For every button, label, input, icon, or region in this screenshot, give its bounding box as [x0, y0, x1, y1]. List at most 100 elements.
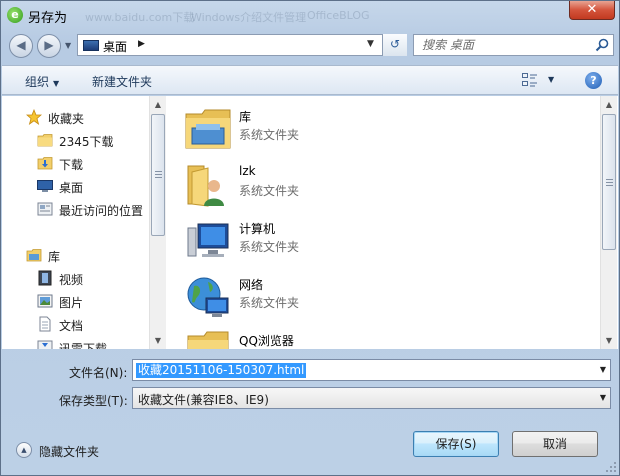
nav-item-label: 2345下载 [59, 135, 114, 149]
thunder-download-icon [37, 340, 53, 349]
navigation-scrollbar[interactable]: ▲ ▼ [149, 96, 166, 349]
command-bar: 组织 ▼ 新建文件夹 ▼ ? [2, 65, 618, 95]
address-location[interactable]: 桌面 [103, 38, 127, 55]
filename-label: 文件名(N): [69, 366, 128, 380]
file-name: lzk [239, 164, 256, 178]
view-dropdown-icon[interactable]: ▼ [548, 75, 554, 84]
file-item-qq-browser[interactable]: QQ浏览器 [184, 328, 564, 349]
nav-item-thunder-downloads[interactable]: 迅雷下载 [2, 337, 149, 349]
save-as-dialog: e 另存为 www.baidu.com下载 Windows介绍文件管理 Offi… [0, 0, 620, 476]
window-title: 另存为 [28, 11, 68, 26]
background-tab-title: OfficeBLOG [307, 9, 370, 22]
background-tab-title: Windows介绍文件管理 [191, 11, 307, 24]
nav-item-label: 下载 [59, 158, 84, 172]
grip-line [155, 174, 162, 175]
video-icon [38, 270, 52, 286]
file-name: 计算机 [239, 222, 276, 236]
nav-item-libraries[interactable]: 库 [2, 245, 149, 265]
refresh-button[interactable]: ↺ [382, 34, 407, 56]
file-type: 系统文件夹 [239, 240, 300, 254]
search-box[interactable] [413, 34, 614, 56]
file-item-network[interactable]: 网络 系统文件夹 [184, 272, 564, 324]
view-options-icon[interactable] [522, 73, 538, 87]
filetype-label: 保存类型(T): [59, 394, 128, 408]
file-type: 系统文件夹 [239, 128, 300, 142]
grip-line [606, 185, 613, 186]
library-folder-icon [185, 109, 231, 149]
chevron-down-icon[interactable]: ▼ [600, 393, 606, 402]
folder-icon [37, 134, 53, 147]
grip-line [155, 177, 162, 178]
scroll-down-arrow-icon[interactable]: ▼ [601, 332, 617, 349]
network-icon [187, 277, 229, 317]
file-item-user-lzk[interactable]: lzk 系统文件夹 [184, 160, 564, 212]
browser-app-icon: e [7, 7, 23, 23]
hide-folders-label[interactable]: 隐藏文件夹 [39, 443, 99, 460]
file-type: 系统文件夹 [239, 184, 300, 198]
navigation-pane: 收藏夹 2345下载 下载 桌面 最近访问的位置 库 视频 图片 文档 迅雷下载 [2, 96, 149, 349]
folder-icon [187, 331, 229, 349]
search-input[interactable] [422, 37, 592, 53]
nav-item-pictures[interactable]: 图片 [2, 291, 149, 311]
search-icon[interactable] [595, 38, 609, 52]
document-icon [39, 316, 51, 332]
organize-button[interactable]: 组织 ▼ [25, 73, 59, 90]
new-folder-button[interactable]: 新建文件夹 [92, 73, 152, 90]
arrow-left-icon: ◀ [16, 38, 26, 52]
chevron-down-icon[interactable]: ▼ [600, 365, 606, 374]
refresh-icon: ↺ [389, 37, 401, 51]
download-folder-icon [37, 157, 53, 170]
file-item-computer[interactable]: 计算机 系统文件夹 [184, 216, 564, 268]
address-dropdown-icon[interactable]: ▼ [367, 39, 374, 49]
file-name: 库 [239, 110, 252, 124]
chevron-down-icon: ▼ [53, 79, 60, 88]
scroll-down-arrow-icon[interactable]: ▼ [150, 332, 166, 349]
file-list: 库 系统文件夹 lzk 系统文件夹 计算机 系统文件夹 网络 系统文件夹 QQ浏… [172, 96, 600, 349]
scrollbar-thumb[interactable] [151, 114, 165, 236]
grip-line [606, 179, 613, 180]
file-type: 系统文件夹 [239, 296, 300, 310]
save-button[interactable]: 保存(S) [413, 431, 499, 457]
scrollbar-thumb[interactable] [602, 114, 616, 250]
cancel-button[interactable]: 取消 [512, 431, 598, 457]
nav-item-documents[interactable]: 文档 [2, 314, 149, 334]
nav-item-label: 库 [48, 250, 61, 264]
help-button[interactable]: ? [585, 72, 602, 89]
file-name: 网络 [239, 278, 264, 292]
nav-item-label: 视频 [59, 273, 84, 287]
file-name: QQ浏览器 [239, 334, 294, 348]
filename-value[interactable]: 收藏20151106-150307.html [136, 363, 307, 378]
background-tab-title: www.baidu.com下载 [85, 11, 195, 24]
nav-item-label: 收藏夹 [48, 112, 85, 126]
nav-item-label: 图片 [59, 296, 84, 310]
filename-field[interactable]: 收藏20151106-150307.html ▼ [132, 359, 611, 381]
forward-button[interactable]: ▶ [37, 34, 61, 58]
nav-item-2345-downloads[interactable]: 2345下载 [2, 130, 149, 150]
user-folder-icon [187, 165, 224, 207]
nav-item-favorites[interactable]: 收藏夹 [2, 107, 149, 127]
scroll-up-arrow-icon[interactable]: ▲ [601, 96, 617, 113]
star-icon [26, 109, 42, 125]
nav-item-desktop[interactable]: 桌面 [2, 176, 149, 196]
scroll-up-arrow-icon[interactable]: ▲ [150, 96, 166, 113]
filetype-select[interactable]: 收藏文件(兼容IE8、IE9) ▼ [132, 387, 611, 409]
grip-line [606, 182, 613, 183]
library-icon [26, 249, 42, 262]
address-bar[interactable]: 桌面 ▶ ▼ [77, 34, 407, 56]
breadcrumb-chevron-icon[interactable]: ▶ [138, 39, 145, 49]
back-button[interactable]: ◀ [9, 34, 33, 58]
file-item-libraries[interactable]: 库 系统文件夹 [184, 104, 564, 156]
content-area: 收藏夹 2345下载 下载 桌面 最近访问的位置 库 视频 图片 文档 迅雷下载… [2, 96, 618, 349]
file-list-scrollbar[interactable]: ▲ ▼ [600, 96, 617, 349]
recent-locations-dropdown[interactable]: ▼ [65, 41, 71, 50]
nav-item-label: 桌面 [59, 181, 84, 195]
resize-grip-icon[interactable] [605, 461, 617, 473]
arrow-right-icon: ▶ [44, 38, 54, 52]
close-button[interactable]: ✕ [569, 1, 615, 20]
nav-item-videos[interactable]: 视频 [2, 268, 149, 288]
chevron-up-icon[interactable]: ▲ [16, 442, 32, 458]
filetype-value: 收藏文件(兼容IE8、IE9) [138, 393, 269, 407]
nav-item-downloads[interactable]: 下载 [2, 153, 149, 173]
recent-places-icon [37, 202, 53, 216]
nav-item-recent-places[interactable]: 最近访问的位置 [2, 199, 149, 219]
